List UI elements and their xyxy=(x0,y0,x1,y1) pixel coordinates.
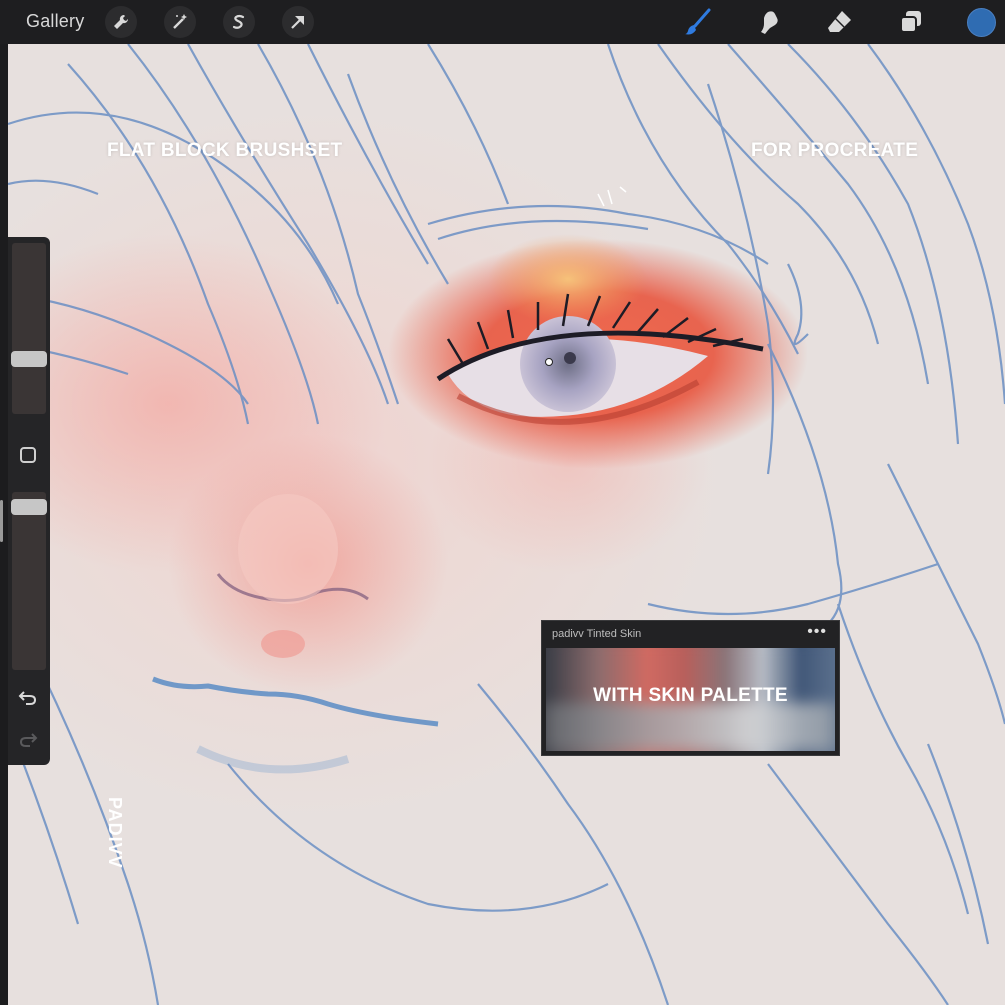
smudge-icon[interactable] xyxy=(754,7,784,37)
palette-name: padivv Tinted Skin xyxy=(552,628,642,640)
opacity-thumb[interactable] xyxy=(11,499,47,515)
vertical-signature-text: PADIVV xyxy=(105,797,125,869)
palette-options-icon[interactable]: ••• xyxy=(807,623,827,641)
transform-arrow-icon[interactable] xyxy=(282,6,314,38)
drawing-canvas[interactable] xyxy=(8,44,1005,1005)
brush-size-thumb[interactable] xyxy=(11,351,47,367)
brush-icon[interactable] xyxy=(682,7,712,37)
opacity-slider[interactable] xyxy=(12,492,46,670)
palette-caption-text: WITH SKIN PALETTE xyxy=(593,685,788,706)
brush-size-slider[interactable] xyxy=(12,243,46,414)
gallery-button[interactable]: Gallery xyxy=(26,11,84,32)
redo-icon[interactable] xyxy=(18,729,38,753)
eraser-icon[interactable] xyxy=(825,7,855,37)
wrench-icon[interactable] xyxy=(105,6,137,38)
undo-icon[interactable] xyxy=(18,687,38,711)
magic-wand-icon[interactable] xyxy=(164,6,196,38)
artwork xyxy=(8,44,1005,1005)
palette-card[interactable]: padivv Tinted Skin ••• WITH SKIN PALETTE xyxy=(541,620,840,756)
title-left-text: FLAT BLOCK BRUSHSET xyxy=(107,140,343,161)
left-sidebar xyxy=(8,237,50,765)
color-picker-button[interactable] xyxy=(967,8,996,37)
top-toolbar: Gallery xyxy=(0,0,1005,44)
layers-icon[interactable] xyxy=(896,7,926,37)
sidebar-drag-handle[interactable] xyxy=(0,500,3,542)
selection-s-icon[interactable] xyxy=(223,6,255,38)
title-right-text: FOR PROCREATE xyxy=(751,140,919,161)
modify-button[interactable] xyxy=(20,447,36,463)
